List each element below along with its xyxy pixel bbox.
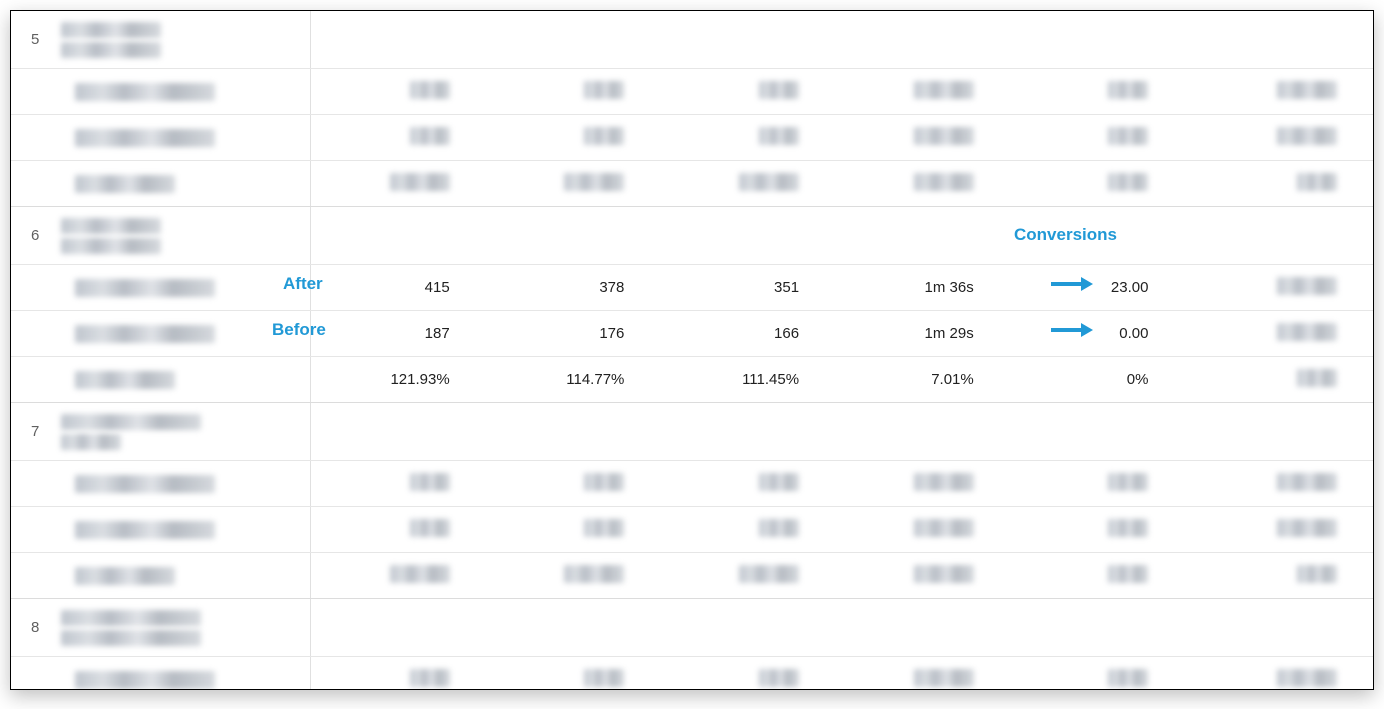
group-header-8: 8 xyxy=(11,599,1373,657)
group-title-redacted xyxy=(61,610,201,646)
cell-redacted xyxy=(1277,473,1337,491)
cell-redacted xyxy=(584,81,624,99)
cell-redacted xyxy=(1277,519,1337,537)
cell-redacted xyxy=(410,669,450,687)
group-index: 6 xyxy=(31,227,61,244)
cell-redacted xyxy=(584,519,624,537)
cell-value: 166 xyxy=(660,325,835,342)
cell-redacted xyxy=(564,565,624,583)
cell-percent: 7.01% xyxy=(835,371,1010,388)
cell-redacted xyxy=(914,81,974,99)
row-label-redacted xyxy=(75,521,215,539)
cell-redacted xyxy=(914,669,974,687)
table-row xyxy=(11,553,1373,599)
row-label-redacted xyxy=(75,175,175,193)
group-index: 5 xyxy=(31,31,61,48)
cell-percent: 111.45% xyxy=(660,371,835,388)
row-label-redacted xyxy=(75,371,175,389)
cell-value: 176 xyxy=(486,325,661,342)
cell-conversions: 23.00 xyxy=(1010,279,1185,296)
cell-redacted xyxy=(1297,565,1337,583)
cell-redacted xyxy=(914,127,974,145)
row-label-redacted xyxy=(75,325,215,343)
cell-redacted xyxy=(1277,127,1337,145)
analytics-comparison-panel: 5 6 xyxy=(10,10,1374,690)
group-header-6: 6 xyxy=(11,207,1373,265)
cell-redacted xyxy=(1108,473,1148,491)
cell-redacted xyxy=(390,173,450,191)
cell-redacted xyxy=(759,127,799,145)
row-label-redacted xyxy=(75,83,215,101)
table-row-before: 187 176 166 1m 29s 0.00 xyxy=(11,311,1373,357)
row-label-redacted xyxy=(75,567,175,585)
row-label-redacted xyxy=(75,475,215,493)
cell-redacted xyxy=(914,173,974,191)
cell-redacted xyxy=(759,81,799,99)
cell-value: 378 xyxy=(486,279,661,296)
group-title-redacted xyxy=(61,22,161,58)
cell-redacted xyxy=(739,565,799,583)
cell-redacted xyxy=(914,473,974,491)
cell-redacted xyxy=(914,519,974,537)
table-row xyxy=(11,69,1373,115)
cell-percent: 114.77% xyxy=(486,371,661,388)
cell-redacted xyxy=(410,81,450,99)
cell-redacted xyxy=(564,173,624,191)
cell-value: 415 xyxy=(311,279,486,296)
cell-redacted xyxy=(1277,81,1337,99)
cell-redacted xyxy=(1108,565,1148,583)
group-index: 8 xyxy=(31,619,61,636)
row-label-redacted xyxy=(75,279,215,297)
cell-redacted xyxy=(410,473,450,491)
cell-redacted xyxy=(1108,81,1148,99)
cell-redacted xyxy=(1108,519,1148,537)
cell-redacted xyxy=(739,173,799,191)
row-label-redacted xyxy=(75,129,215,147)
cell-redacted xyxy=(1108,127,1148,145)
cell-value: 351 xyxy=(660,279,835,296)
cell-percent: 0% xyxy=(1010,371,1185,388)
row-label-redacted xyxy=(75,671,215,689)
table-row xyxy=(11,461,1373,507)
cell-redacted xyxy=(1277,323,1337,341)
cell-conversions: 0.00 xyxy=(1010,325,1185,342)
cell-redacted xyxy=(1297,173,1337,191)
cell-redacted xyxy=(584,473,624,491)
cell-redacted xyxy=(1297,369,1337,387)
cell-redacted xyxy=(1108,173,1148,191)
cell-redacted xyxy=(1108,669,1148,687)
cell-redacted xyxy=(584,127,624,145)
group-title-redacted xyxy=(61,414,201,450)
cell-redacted xyxy=(390,565,450,583)
cell-redacted xyxy=(584,669,624,687)
cell-redacted xyxy=(759,669,799,687)
group-header-5: 5 xyxy=(11,11,1373,69)
cell-redacted xyxy=(914,565,974,583)
table-row xyxy=(11,115,1373,161)
cell-value: 187 xyxy=(311,325,486,342)
cell-value: 1m 29s xyxy=(835,325,1010,342)
cell-percent: 121.93% xyxy=(311,371,486,388)
group-header-7: 7 xyxy=(11,403,1373,461)
cell-redacted xyxy=(759,519,799,537)
group-index: 7 xyxy=(31,423,61,440)
group-title-redacted xyxy=(61,218,161,254)
table-row xyxy=(11,657,1373,690)
cell-value: 1m 36s xyxy=(835,279,1010,296)
cell-redacted xyxy=(410,127,450,145)
cell-redacted xyxy=(1277,669,1337,687)
cell-redacted xyxy=(410,519,450,537)
table-row-percent: 121.93% 114.77% 111.45% 7.01% 0% xyxy=(11,357,1373,403)
table-row xyxy=(11,161,1373,207)
table-row xyxy=(11,507,1373,553)
table-row-after: 415 378 351 1m 36s 23.00 xyxy=(11,265,1373,311)
cell-redacted xyxy=(759,473,799,491)
cell-redacted xyxy=(1277,277,1337,295)
